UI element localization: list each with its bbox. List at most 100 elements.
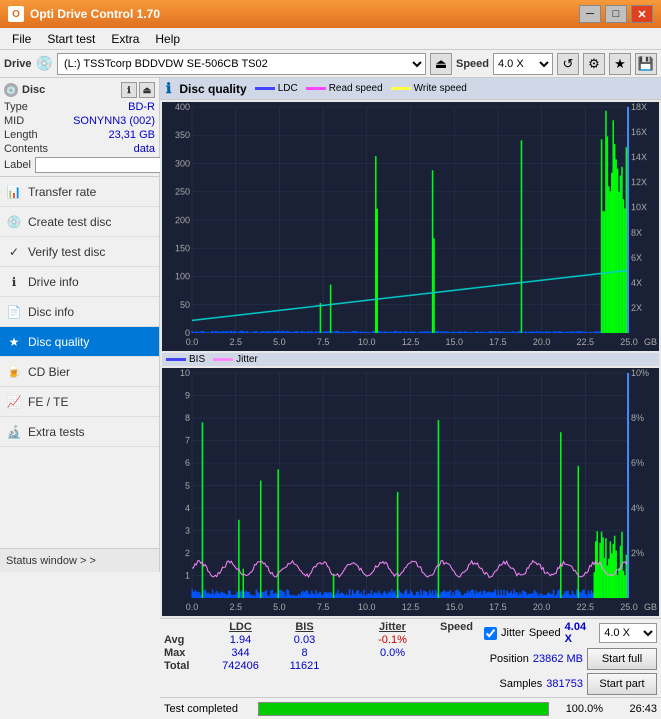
menu-extra[interactable]: Extra	[103, 30, 147, 48]
label-label: Label	[4, 159, 31, 171]
position-value: 23862 MB	[533, 653, 583, 665]
avg-ldc-val: 1.94	[208, 634, 273, 646]
top-chart-container	[162, 102, 659, 351]
top-chart	[162, 102, 659, 351]
jitter-color-swatch	[213, 358, 233, 361]
sidebar-item-verify-test-disc[interactable]: ✓ Verify test disc	[0, 237, 159, 267]
chart-header-icon: ℹ	[166, 80, 171, 97]
disc-info-label: Disc info	[28, 305, 74, 319]
sidebar-item-extra-tests[interactable]: 🔬 Extra tests	[0, 417, 159, 447]
total-bis-val: 11621	[277, 660, 332, 672]
legend-write-speed: Write speed	[391, 83, 467, 94]
main-layout: 💿 Disc ℹ ⏏ Type BD-R MID SONYNN3 (002) L…	[0, 78, 661, 572]
create-test-disc-icon: 💿	[6, 214, 22, 230]
progress-bar-row: Test completed 100.0% 26:43	[160, 697, 661, 719]
menu-help[interactable]: Help	[147, 30, 188, 48]
samples-label: Samples	[499, 678, 542, 690]
app-icon: O	[8, 6, 24, 22]
sidebar-item-transfer-rate[interactable]: 📊 Transfer rate	[0, 177, 159, 207]
chart-title: Disc quality	[179, 82, 246, 96]
label-input[interactable]	[35, 157, 169, 173]
refresh-button[interactable]: ↺	[557, 53, 579, 75]
type-label: Type	[4, 101, 28, 113]
legend-ldc: LDC	[255, 83, 298, 94]
col-jitter-header: Jitter	[360, 621, 425, 633]
col-speed-header: Speed	[429, 621, 484, 633]
jitter-checkbox[interactable]	[484, 627, 497, 640]
mid-label: MID	[4, 115, 24, 127]
menu-file[interactable]: File	[4, 30, 39, 48]
bis-color-swatch	[166, 358, 186, 361]
speed-select[interactable]: 4.0 X	[493, 53, 553, 75]
disc-panel: 💿 Disc ℹ ⏏ Type BD-R MID SONYNN3 (002) L…	[0, 78, 159, 177]
transfer-rate-label: Transfer rate	[28, 185, 96, 199]
legend-jitter-label: Jitter	[236, 354, 258, 365]
status-window-btn[interactable]: Status window > >	[0, 548, 159, 572]
speed-select2[interactable]: 4.0 X	[599, 623, 657, 643]
menu-start-test[interactable]: Start test	[39, 30, 103, 48]
sidebar-item-drive-info[interactable]: ℹ Drive info	[0, 267, 159, 297]
avg-jitter-val: -0.1%	[360, 634, 425, 646]
drive-icon: 💿	[36, 55, 53, 72]
max-bis-val: 8	[277, 647, 332, 659]
progress-bar-fill	[259, 703, 548, 715]
legend-ldc-label: LDC	[278, 83, 298, 94]
status-window-label: Status window > >	[6, 555, 96, 567]
fe-te-icon: 📈	[6, 394, 22, 410]
create-test-disc-label: Create test disc	[28, 215, 111, 229]
settings-button[interactable]: ⚙	[583, 53, 605, 75]
sidebar-item-fe-te[interactable]: 📈 FE / TE	[0, 387, 159, 417]
sidebar: 💿 Disc ℹ ⏏ Type BD-R MID SONYNN3 (002) L…	[0, 78, 160, 572]
maximize-button[interactable]: □	[605, 5, 627, 23]
app-title: Opti Drive Control 1.70	[30, 7, 579, 21]
drive-info-icon: ℹ	[6, 274, 22, 290]
sidebar-item-cd-bier[interactable]: 🍺 CD Bier	[0, 357, 159, 387]
col-bis-header: BIS	[277, 621, 332, 633]
legend-write-speed-label: Write speed	[414, 83, 467, 94]
start-part-button[interactable]: Start part	[587, 673, 657, 695]
legend-read-speed: Read speed	[306, 83, 383, 94]
total-ldc-val: 742406	[208, 660, 273, 672]
disc-info-btn[interactable]: ℹ	[121, 82, 137, 98]
save-button[interactable]: 💾	[635, 53, 657, 75]
verify-test-disc-icon: ✓	[6, 244, 22, 260]
transfer-rate-icon: 📊	[6, 184, 22, 200]
max-label: Max	[164, 647, 204, 659]
speed-value: 4.04 X	[565, 621, 596, 645]
stats-table: LDC BIS Jitter Speed Avg 1.94 0.03 -0.1%	[160, 619, 661, 697]
legend-bis: BIS	[166, 354, 205, 365]
titlebar: O Opti Drive Control 1.70 ─ □ ✕	[0, 0, 661, 28]
drive-label: Drive	[4, 58, 32, 70]
sidebar-item-disc-info[interactable]: 📄 Disc info	[0, 297, 159, 327]
cd-bier-icon: 🍺	[6, 364, 22, 380]
progress-bar	[258, 702, 549, 716]
type-value: BD-R	[128, 101, 155, 113]
sidebar-item-disc-quality[interactable]: ★ Disc quality	[0, 327, 159, 357]
favorite-button[interactable]: ★	[609, 53, 631, 75]
drive-info-label: Drive info	[28, 275, 79, 289]
chart-header: ℹ Disc quality LDC Read speed Write spee…	[160, 78, 661, 100]
progress-percent: 100.0%	[553, 703, 603, 715]
window-controls[interactable]: ─ □ ✕	[579, 5, 653, 23]
extra-tests-label: Extra tests	[28, 425, 85, 439]
contents-value: data	[134, 143, 155, 155]
mid-value: SONYNN3 (002)	[73, 115, 155, 127]
legend-read-speed-label: Read speed	[329, 83, 383, 94]
legend-jitter: Jitter	[213, 354, 258, 365]
stats-avg-row: Avg 1.94 0.03 -0.1%	[164, 634, 484, 646]
max-jitter-val: 0.0%	[360, 647, 425, 659]
disc-eject-btn[interactable]: ⏏	[139, 82, 155, 98]
drive-select[interactable]: (L:) TSSTcorp BDDVDW SE-506CB TS02	[57, 53, 426, 75]
max-ldc-val: 344	[208, 647, 273, 659]
minimize-button[interactable]: ─	[579, 5, 601, 23]
start-full-button[interactable]: Start full	[587, 648, 657, 670]
eject-button[interactable]: ⏏	[430, 53, 452, 75]
total-label: Total	[164, 660, 204, 672]
progress-time: 26:43	[607, 703, 657, 715]
sidebar-item-create-test-disc[interactable]: 💿 Create test disc	[0, 207, 159, 237]
close-button[interactable]: ✕	[631, 5, 653, 23]
extra-tests-icon: 🔬	[6, 424, 22, 440]
samples-row: Samples 381753 Start part	[499, 673, 657, 695]
chart2-legend: BIS Jitter	[162, 353, 659, 366]
speed-controls-label: Speed	[529, 627, 561, 639]
